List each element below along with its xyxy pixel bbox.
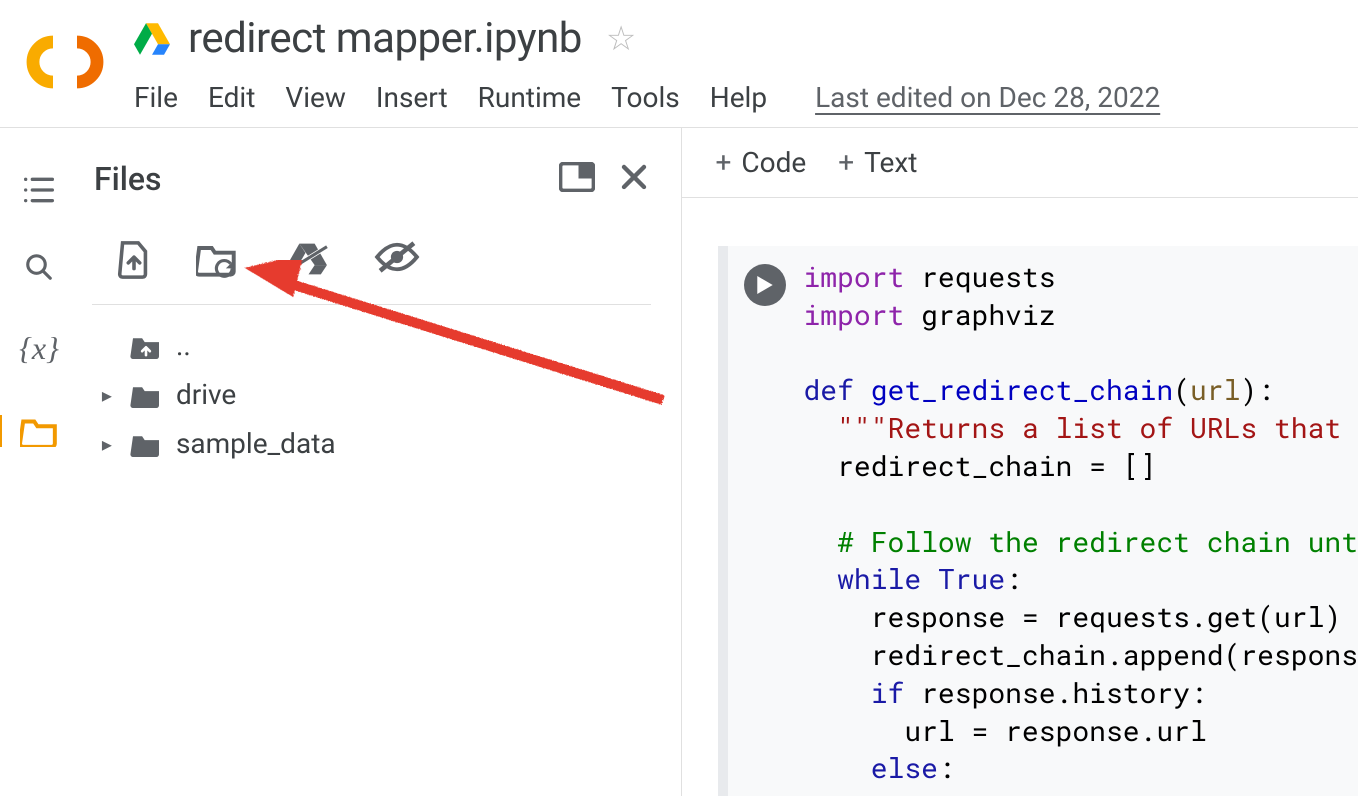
pane-popout-icon[interactable] [559,162,595,196]
add-code-label: Code [741,146,806,179]
folder-up-icon [130,333,162,359]
notebook-toolbar: + Code + Text [682,128,1358,198]
toggle-hidden-icon[interactable] [374,240,420,284]
menu-help[interactable]: Help [710,81,767,114]
drive-icon [134,23,170,55]
left-rail: {x} [0,128,78,796]
chevron-right-icon[interactable]: ▸ [98,432,116,456]
menu-insert[interactable]: Insert [376,81,448,114]
tree-label-up: .. [176,329,191,362]
star-icon[interactable]: ☆ [606,19,636,59]
file-tree: .. ▸ drive ▸ sample_data [88,321,655,468]
files-panel-title: Files [94,160,162,198]
last-edited-link[interactable]: Last edited on Dec 28, 2022 [815,81,1160,114]
menu-edit[interactable]: Edit [208,81,255,114]
mount-drive-icon[interactable] [284,240,330,284]
plus-icon: + [838,146,854,179]
app-header: redirect mapper.ipynb ☆ File Edit View I… [0,0,1358,128]
menu-tools[interactable]: Tools [611,81,680,114]
search-icon[interactable] [24,252,54,282]
notebook-area: + Code + Text import requests import gra… [682,128,1358,796]
files-tab-icon[interactable] [0,415,58,447]
chevron-right-icon[interactable]: ▸ [98,383,116,407]
code-cell[interactable]: import requests import graphviz def get_… [718,246,1358,796]
tree-label-sample-data: sample_data [176,427,336,460]
add-text-label: Text [864,146,917,179]
menu-view[interactable]: View [285,81,346,114]
add-code-button[interactable]: + Code [716,146,807,179]
refresh-folder-icon[interactable] [196,240,240,284]
tree-label-drive: drive [176,378,236,411]
play-icon [757,276,773,294]
files-toolbar [92,198,651,305]
plus-icon: + [716,146,732,179]
toc-icon[interactable] [23,176,55,204]
notebook-title[interactable]: redirect mapper.ipynb [188,14,582,63]
tree-row-sample-data[interactable]: ▸ sample_data [96,419,655,468]
title-row: redirect mapper.ipynb ☆ [134,14,1358,63]
colab-logo-icon [24,34,106,90]
folder-icon [130,431,162,457]
run-cell-button[interactable] [744,264,786,306]
variables-icon[interactable]: {x} [19,330,59,367]
upload-file-icon[interactable] [116,240,152,284]
menu-runtime[interactable]: Runtime [478,81,582,114]
close-icon[interactable] [619,162,649,196]
menu-bar: File Edit View Insert Runtime Tools Help… [134,81,1358,114]
add-text-button[interactable]: + Text [838,146,917,179]
menu-file[interactable]: File [134,81,178,114]
files-panel: Files [78,128,682,796]
tree-row-up[interactable]: .. [96,321,655,370]
code-editor[interactable]: import requests import graphviz def get_… [804,254,1358,766]
folder-icon [130,382,162,408]
tree-row-drive[interactable]: ▸ drive [96,370,655,419]
